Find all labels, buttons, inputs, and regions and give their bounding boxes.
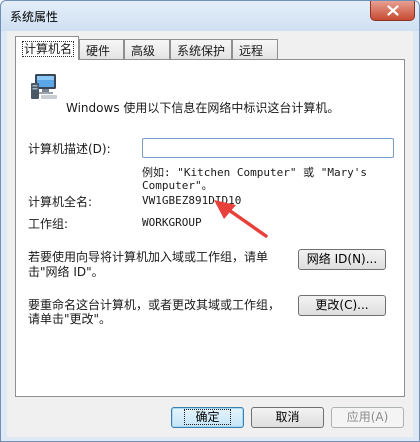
- annotation-arrow-icon: [214, 200, 268, 238]
- workgroup-label: 工作组:: [28, 217, 69, 231]
- example-text-line2: Computer"。: [142, 179, 213, 192]
- ok-button[interactable]: 确定: [171, 407, 244, 428]
- close-icon: [386, 5, 399, 16]
- dialog-client-area: 计算机名 硬件 高级 系统保护 远程 Windows 使用以下信息在网络中标识这…: [7, 31, 413, 437]
- computer-name-panel: Windows 使用以下信息在网络中标识这台计算机。 计算机描述(D): 例如:…: [15, 59, 405, 397]
- tab-remote[interactable]: 远程: [232, 39, 278, 59]
- title-bar[interactable]: 系统属性: [1, 1, 419, 31]
- tab-computer-name[interactable]: 计算机名: [15, 36, 79, 60]
- system-properties-window: 系统属性 计算机名 硬件 高级 系统保护 远程 Windows 使用以下信息在网…: [0, 0, 420, 442]
- network-id-text-line2: 击"网络 ID"。: [28, 265, 104, 279]
- tab-hardware[interactable]: 硬件: [79, 39, 124, 59]
- cancel-button[interactable]: 取消: [251, 407, 324, 428]
- intro-text: Windows 使用以下信息在网络中标识这台计算机。: [66, 101, 340, 115]
- tab-system-protection[interactable]: 系统保护: [170, 39, 232, 59]
- computer-icon: [31, 74, 57, 99]
- change-button[interactable]: 更改(C)...: [298, 295, 386, 316]
- description-label: 计算机描述(D):: [28, 142, 111, 156]
- rename-text-line2: 请单击"更改"。: [28, 312, 112, 326]
- apply-button[interactable]: 应用(A): [331, 407, 404, 428]
- description-input[interactable]: [142, 138, 394, 158]
- close-button[interactable]: [370, 1, 415, 21]
- workgroup-value: WORKGROUP: [142, 216, 202, 229]
- network-id-button[interactable]: 网络 ID(N)...: [298, 249, 386, 270]
- tab-advanced[interactable]: 高级: [124, 39, 170, 59]
- full-name-label: 计算机全名:: [28, 195, 93, 209]
- window-title: 系统属性: [10, 10, 59, 24]
